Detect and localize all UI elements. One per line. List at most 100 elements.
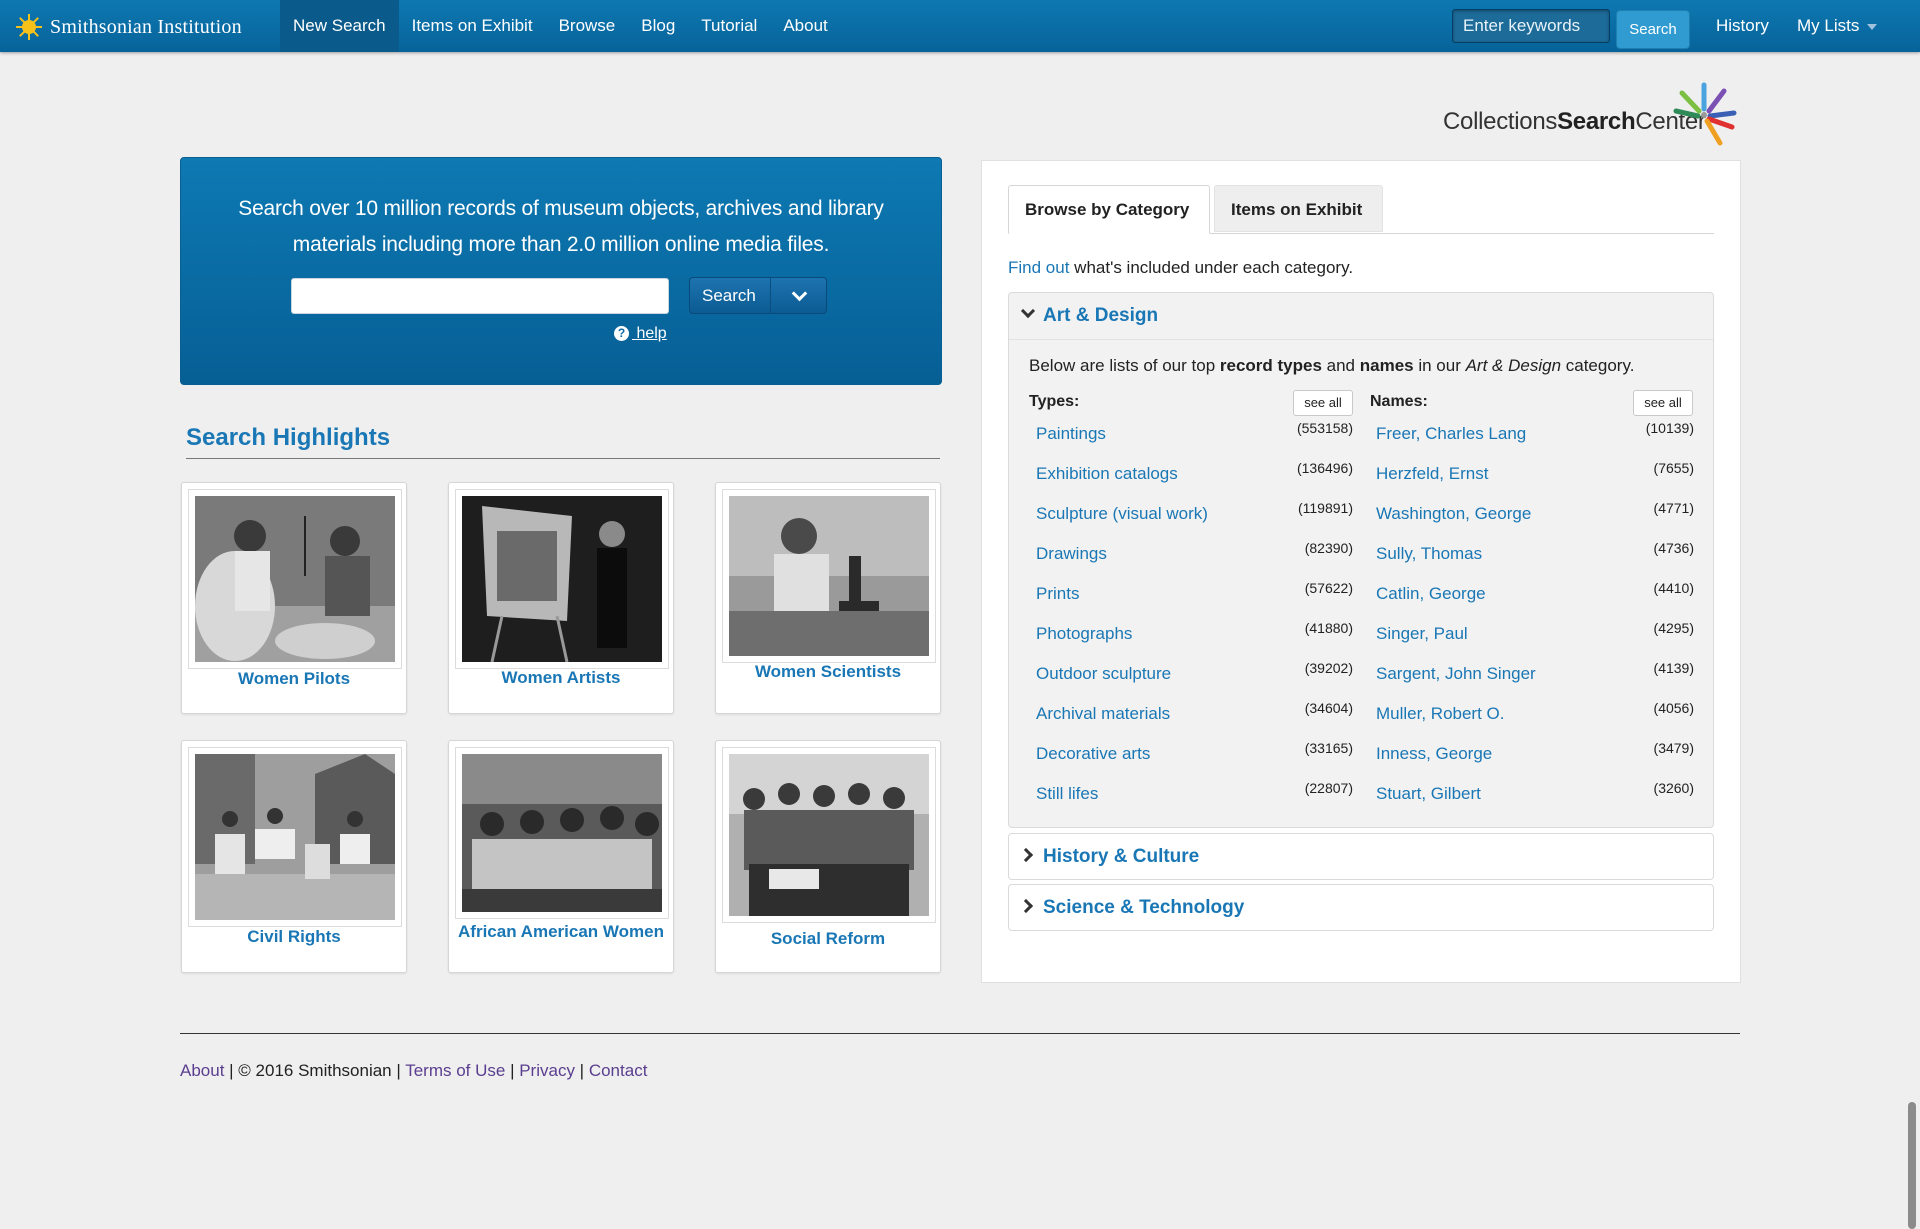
category-header-science-technology[interactable]: Science & Technology <box>1009 885 1713 931</box>
highlight-label[interactable]: Women Scientists <box>716 663 940 681</box>
chevron-down-icon[interactable] <box>791 285 808 302</box>
highlight-photo[interactable] <box>722 747 936 923</box>
highlight-card-women-scientists[interactable]: Women Scientists <box>715 482 941 714</box>
type-count: (34604) <box>1304 700 1353 716</box>
collections-search-center-logo: CollectionsSearchCenter <box>1443 78 1743 148</box>
types-see-all-button[interactable]: see all <box>1293 390 1353 416</box>
highlight-label[interactable]: Civil Rights <box>182 928 406 946</box>
names-heading: Names: <box>1370 393 1428 410</box>
hero-search-label: Search <box>702 286 756 305</box>
category-header-history-culture[interactable]: History & Culture <box>1009 834 1713 880</box>
name-link[interactable]: Sargent, John Singer <box>1376 664 1536 684</box>
footer-terms-link[interactable]: Terms of Use <box>405 1061 505 1080</box>
highlight-label[interactable]: African American Women <box>449 923 673 941</box>
type-link[interactable]: Photographs <box>1036 624 1132 644</box>
type-link[interactable]: Archival materials <box>1036 704 1170 724</box>
help-link[interactable]: ? help <box>614 325 667 343</box>
highlight-photo[interactable] <box>188 747 402 927</box>
footer-privacy-link[interactable]: Privacy <box>519 1061 575 1080</box>
footer-about-link[interactable]: About <box>180 1061 224 1080</box>
nav-new-search[interactable]: New Search <box>280 0 399 52</box>
name-link[interactable]: Stuart, Gilbert <box>1376 784 1481 804</box>
type-count: (41880) <box>1304 620 1353 636</box>
top-navigation-bar: Smithsonian Institution New Search Items… <box>0 0 1920 52</box>
type-link[interactable]: Still lifes <box>1036 784 1098 804</box>
find-out-link[interactable]: Find out <box>1008 258 1069 277</box>
category-art-design: Art & Design Below are lists of our top … <box>1008 292 1714 828</box>
nav-tutorial[interactable]: Tutorial <box>688 0 770 52</box>
highlight-card-civil-rights[interactable]: Civil Rights <box>181 740 407 973</box>
type-count: (39202) <box>1304 660 1353 676</box>
name-link[interactable]: Freer, Charles Lang <box>1376 424 1526 444</box>
highlight-photo[interactable] <box>455 489 669 669</box>
highlight-label[interactable]: Women Pilots <box>182 670 406 688</box>
hero-search-button[interactable]: Search <box>689 277 827 314</box>
category-header-art-design[interactable]: Art & Design <box>1009 293 1713 340</box>
type-link[interactable]: Decorative arts <box>1036 744 1150 764</box>
footer-contact-link[interactable]: Contact <box>589 1061 648 1080</box>
main-nav: New Search Items on Exhibit Browse Blog … <box>280 0 841 52</box>
highlight-photo[interactable] <box>722 489 936 663</box>
name-count: (4139) <box>1653 660 1694 676</box>
category-description: Below are lists of our top record types … <box>1029 356 1635 375</box>
footer: About | © 2016 Smithsonian | Terms of Us… <box>180 1061 648 1080</box>
tab-items-on-exhibit[interactable]: Items on Exhibit <box>1214 185 1383 232</box>
type-link[interactable]: Sculpture (visual work) <box>1036 504 1208 524</box>
nav-browse[interactable]: Browse <box>546 0 629 52</box>
caret-down-icon <box>1867 23 1878 30</box>
keyword-search-input[interactable]: Enter keywords <box>1452 9 1610 43</box>
type-link[interactable]: Paintings <box>1036 424 1106 444</box>
type-link[interactable]: Prints <box>1036 584 1079 604</box>
page-scrollbar[interactable] <box>1908 1102 1916 1229</box>
name-count: (3479) <box>1653 740 1694 756</box>
name-count: (4410) <box>1653 580 1694 596</box>
highlight-card-women-pilots[interactable]: Women Pilots <box>181 482 407 714</box>
name-link[interactable]: Singer, Paul <box>1376 624 1468 644</box>
name-link[interactable]: Inness, George <box>1376 744 1492 764</box>
type-count: (136496) <box>1296 460 1353 476</box>
hero-search-input[interactable] <box>291 278 669 314</box>
hero-description: Search over 10 million records of museum… <box>238 197 884 256</box>
caret-right-icon <box>1018 898 1034 914</box>
search-highlights-heading: Search Highlights <box>186 424 391 451</box>
my-lists-menu[interactable]: My Lists <box>1797 0 1878 52</box>
types-heading: Types: <box>1029 393 1080 410</box>
name-link[interactable]: Washington, George <box>1376 504 1531 524</box>
type-link[interactable]: Outdoor sculpture <box>1036 664 1171 684</box>
top-search-button[interactable]: Search <box>1616 10 1690 49</box>
category-history-culture[interactable]: History & Culture <box>1008 833 1714 880</box>
highlight-label[interactable]: Social Reform <box>716 930 940 948</box>
browse-panel: Browse by Category Items on Exhibit Find… <box>981 160 1741 983</box>
smithsonian-sun-icon <box>16 14 42 40</box>
name-link[interactable]: Sully, Thomas <box>1376 544 1482 564</box>
nav-about[interactable]: About <box>770 0 840 52</box>
smithsonian-brand[interactable]: Smithsonian Institution <box>16 13 242 41</box>
highlight-photo[interactable] <box>188 489 402 669</box>
name-link[interactable]: Muller, Robert O. <box>1376 704 1505 724</box>
hero-search-panel: Search over 10 million records of museum… <box>180 157 942 385</box>
logo-text: CollectionsSearchCenter <box>1443 108 1706 135</box>
history-link[interactable]: History <box>1716 0 1769 52</box>
name-count: (7655) <box>1653 460 1694 476</box>
nav-items-on-exhibit[interactable]: Items on Exhibit <box>399 0 546 52</box>
names-see-all-button[interactable]: see all <box>1633 390 1693 416</box>
type-link[interactable]: Exhibition catalogs <box>1036 464 1178 484</box>
category-science-technology[interactable]: Science & Technology <box>1008 884 1714 931</box>
tab-browse-by-category[interactable]: Browse by Category <box>1008 185 1210 234</box>
highlight-card-social-reform[interactable]: Social Reform <box>715 740 941 973</box>
highlight-label[interactable]: Women Artists <box>449 669 673 687</box>
type-count: (553158) <box>1296 420 1353 436</box>
name-link[interactable]: Catlin, George <box>1376 584 1486 604</box>
highlight-card-african-american-women[interactable]: African American Women <box>448 740 674 973</box>
type-link[interactable]: Drawings <box>1036 544 1107 564</box>
footer-divider <box>180 1033 1740 1034</box>
type-count: (119891) <box>1297 500 1353 516</box>
highlight-photo[interactable] <box>455 747 669 919</box>
find-out-text: Find out what's included under each cate… <box>1008 258 1354 277</box>
name-count: (4056) <box>1653 700 1694 716</box>
name-link[interactable]: Herzfeld, Ernst <box>1376 464 1488 484</box>
name-count: (10139) <box>1645 420 1694 436</box>
type-count: (82390) <box>1304 540 1353 556</box>
highlight-card-women-artists[interactable]: Women Artists <box>448 482 674 714</box>
nav-blog[interactable]: Blog <box>628 0 688 52</box>
